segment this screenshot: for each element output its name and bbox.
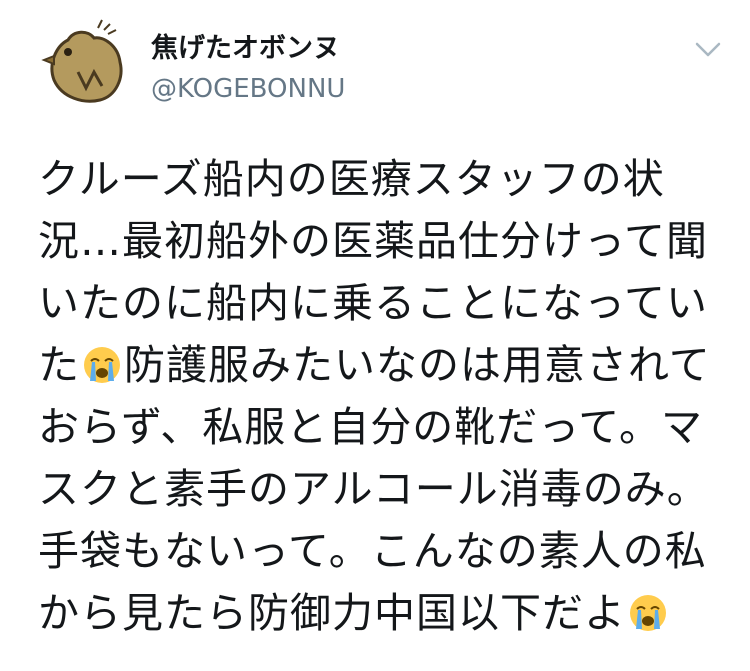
tweet-text-segment: 防護服みたいなのは用意されて [124,341,711,389]
tweet-text-line: いたのに船内に乗ることになってい [38,272,728,334]
tweet-text-line: た防護服みたいなのは用意されて [38,334,728,396]
tweet-text-segment: 況…最初船外の医薬品仕分けって聞 [38,217,708,265]
tweet-text-segment: 手袋もないって。こんなの素人の私 [38,527,707,575]
chevron-down-icon [695,42,721,57]
tweet-text-line: 況…最初船外の医薬品仕分けって聞 [38,210,728,272]
loudly-crying-face-icon [628,593,668,633]
avatar[interactable] [38,16,134,112]
tweet-text: クルーズ船内の医療スタッフの状 況…最初船外の医薬品仕分けって聞 いたのに船内に… [38,148,728,644]
tweet-text-segment: クルーズ船内の医療スタッフの状 [38,155,665,203]
tweet-text-segment: スクと素手のアルコール消毒のみ。 [38,465,709,513]
tweet-text-segment: おらず、私服と自分の靴だって。マ [38,403,704,451]
tweet-text-line: スクと素手のアルコール消毒のみ。 [38,458,728,520]
loudly-crying-face-icon [82,345,122,385]
tweet-text-line: 手袋もないって。こんなの素人の私 [38,520,728,582]
tweet-text-line: クルーズ船内の医療スタッフの状 [38,148,728,210]
tweet-text-segment: た [38,341,80,389]
tweet-text-line: おらず、私服と自分の靴だって。マ [38,396,728,458]
burnt-bird-avatar-icon [41,19,123,103]
author-handle[interactable]: @KOGEBONNU [151,73,345,105]
tweet-card: 焦げたオボンヌ @KOGEBONNU クルーズ船内の医療スタッフの状 況…最初船… [0,0,750,671]
tweet-menu-button[interactable] [692,36,724,62]
author-display-name[interactable]: 焦げたオボンヌ [151,32,340,66]
tweet-text-segment: いたのに船内に乗ることになってい [38,279,708,327]
tweet-text-line: から見たら防御力中国以下だよ [38,582,728,644]
tweet-text-segment: から見たら防御力中国以下だよ [38,589,626,637]
